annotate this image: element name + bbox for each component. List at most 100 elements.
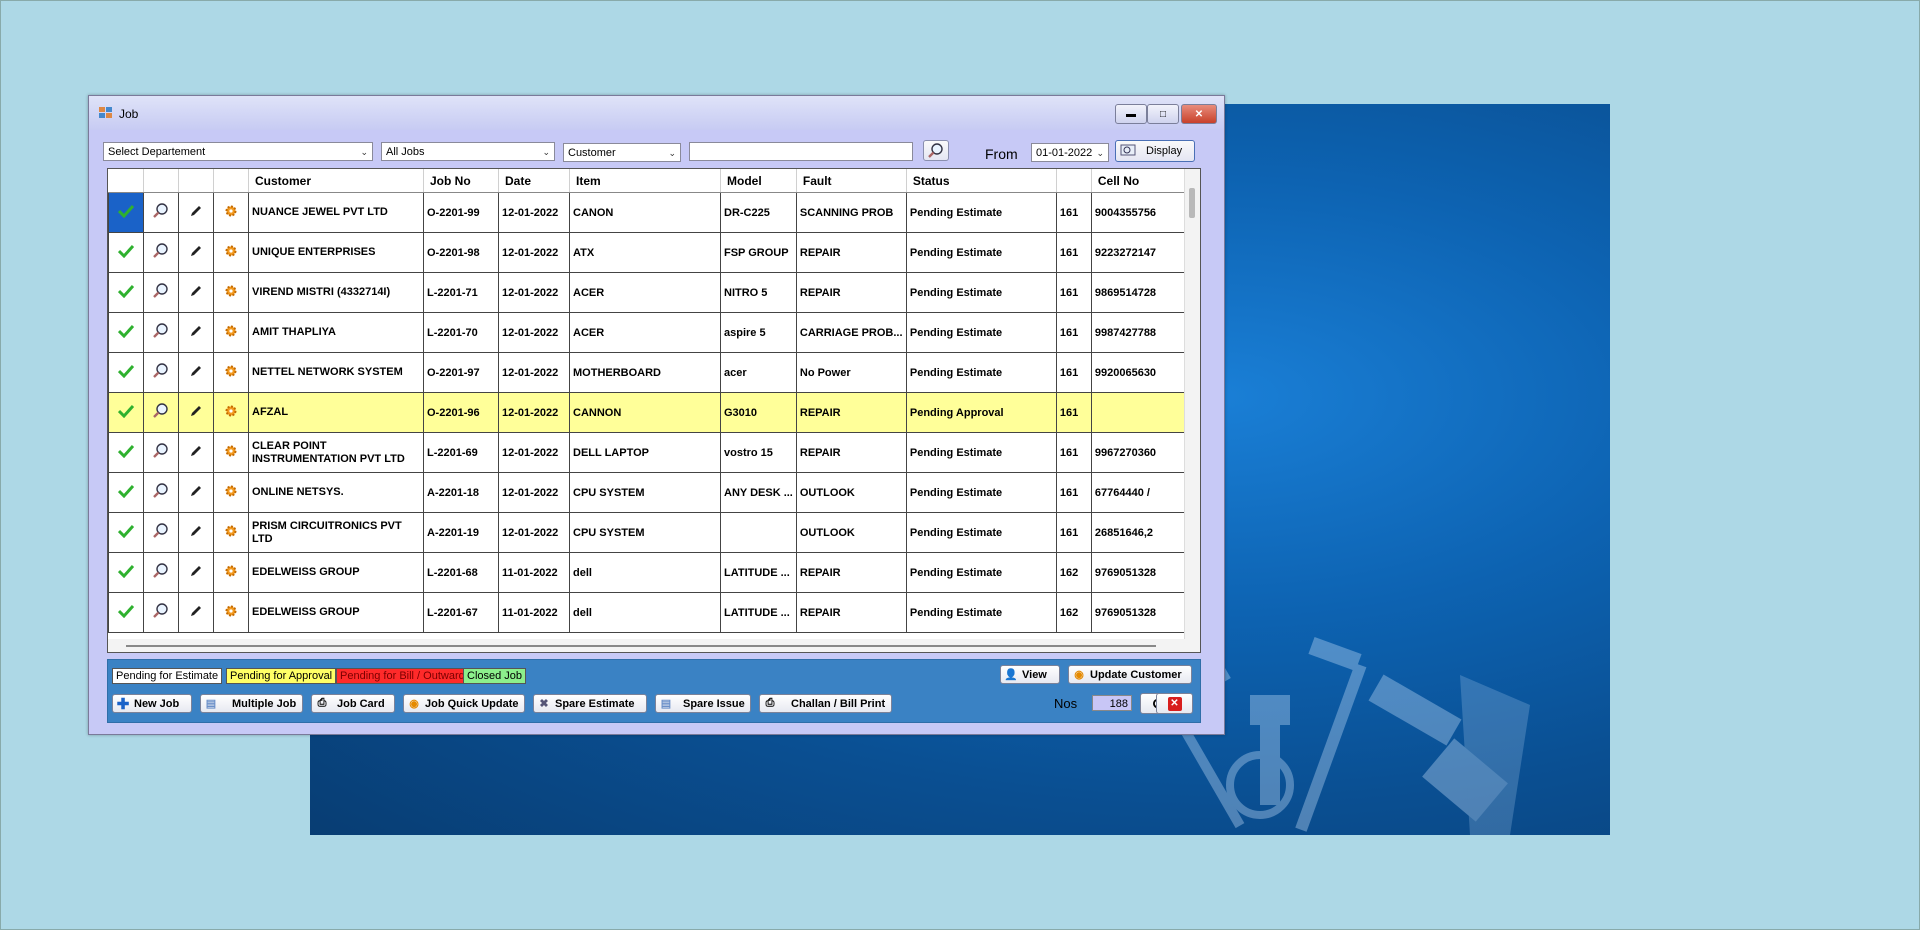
cell-item[interactable]: dell	[569, 592, 721, 633]
display-button[interactable]: Display	[1115, 140, 1195, 162]
search-cell[interactable]	[143, 352, 179, 393]
table-row[interactable]: AFZAL O-2201-96 12-01-2022 CANNON G3010 REPAI…	[108, 392, 1187, 433]
pencil-cell[interactable]	[178, 352, 214, 393]
cell-customer[interactable]: EDELWEISS GROUP	[248, 552, 424, 593]
cell-cell-no[interactable]: 26851646,2	[1090, 512, 1187, 553]
cell-code[interactable]: 161	[1055, 392, 1092, 433]
col-date[interactable]: Date	[498, 169, 570, 193]
cell-customer[interactable]: NETTEL NETWORK SYSTEM	[248, 352, 424, 393]
cell-job-no[interactable]: L-2201-69	[423, 432, 499, 473]
cell-customer[interactable]: UNIQUE ENTERPRISES	[248, 232, 424, 273]
cell-fault[interactable]: OUTLOOK	[795, 472, 907, 513]
cell-model[interactable]: LATITUDE ...	[720, 592, 797, 633]
cell-job-no[interactable]: A-2201-19	[423, 512, 499, 553]
pencil-cell[interactable]	[178, 232, 214, 273]
cell-cell-no[interactable]: 9769051328	[1090, 592, 1187, 633]
cell-fault[interactable]: CARRIAGE PROB...	[795, 312, 907, 353]
cell-cell-no[interactable]: 67764440 /	[1090, 472, 1187, 513]
exit-button[interactable]: ✕	[1156, 693, 1193, 714]
search-cell[interactable]	[143, 592, 179, 633]
check-cell[interactable]	[108, 312, 144, 353]
cell-status[interactable]: Pending Estimate	[905, 472, 1057, 513]
pencil-cell[interactable]	[178, 432, 214, 473]
scroll-thumb[interactable]	[1189, 188, 1195, 218]
scroll-thumb[interactable]	[126, 645, 1156, 647]
pencil-cell[interactable]	[178, 392, 214, 433]
search-cell[interactable]	[143, 472, 179, 513]
cell-model[interactable]: G3010	[720, 392, 797, 433]
cell-code[interactable]: 161	[1055, 312, 1092, 353]
cell-fault[interactable]: SCANNING PROB	[795, 192, 907, 233]
cell-date[interactable]: 11-01-2022	[498, 552, 570, 593]
gear-cell[interactable]	[213, 512, 249, 553]
cell-job-no[interactable]: A-2201-18	[423, 472, 499, 513]
cell-job-no[interactable]: O-2201-96	[423, 392, 499, 433]
table-row[interactable]: EDELWEISS GROUP L-2201-67 11-01-2022 dell LA…	[108, 592, 1187, 633]
cell-cell-no[interactable]: 9967270360	[1090, 432, 1187, 473]
cell-item[interactable]: CPU SYSTEM	[569, 512, 721, 553]
cell-item[interactable]: ATX	[569, 232, 721, 273]
maximize-button[interactable]: □	[1147, 104, 1179, 124]
cell-status[interactable]: Pending Estimate	[905, 552, 1057, 593]
cell-model[interactable]: FSP GROUP	[720, 232, 797, 273]
new-job-button[interactable]: ✚ New Job	[112, 694, 192, 713]
spare-issue-button[interactable]: ▤ Spare Issue	[655, 694, 751, 713]
cell-job-no[interactable]: O-2201-97	[423, 352, 499, 393]
job-quick-update-button[interactable]: ◉ Job Quick Update	[403, 694, 525, 713]
table-row[interactable]: ONLINE NETSYS. A-2201-18 12-01-2022 CPU SYS…	[108, 472, 1187, 513]
vertical-scrollbar[interactable]	[1184, 169, 1200, 652]
cell-customer[interactable]: PRISM CIRCUITRONICS PVT LTD	[248, 512, 424, 553]
cell-code[interactable]: 161	[1055, 432, 1092, 473]
cell-code[interactable]: 161	[1055, 272, 1092, 313]
cell-fault[interactable]: REPAIR	[795, 232, 907, 273]
pencil-cell[interactable]	[178, 592, 214, 633]
gear-cell[interactable]	[213, 552, 249, 593]
gear-cell[interactable]	[213, 232, 249, 273]
search-cell[interactable]	[143, 192, 179, 233]
search-cell[interactable]	[143, 392, 179, 433]
pencil-cell[interactable]	[178, 552, 214, 593]
search-button[interactable]	[923, 140, 949, 161]
table-row[interactable]: EDELWEISS GROUP L-2201-68 11-01-2022 dell LA…	[108, 552, 1187, 593]
pencil-cell[interactable]	[178, 472, 214, 513]
table-row[interactable]: VIREND MISTRI (4332714I) L-2201-71 12-01-2…	[108, 272, 1187, 313]
cell-code[interactable]: 161	[1055, 352, 1092, 393]
jobs-select[interactable]: All Jobs ⌄	[381, 142, 555, 161]
view-button[interactable]: 👤 View	[1000, 665, 1060, 684]
cell-model[interactable]: DR-C225	[720, 192, 797, 233]
check-cell[interactable]	[108, 392, 144, 433]
cell-fault[interactable]: REPAIR	[795, 552, 907, 593]
cell-model[interactable]: ANY DESK ...	[720, 472, 797, 513]
gear-cell[interactable]	[213, 432, 249, 473]
cell-fault[interactable]: REPAIR	[795, 432, 907, 473]
cell-fault[interactable]: OUTLOOK	[795, 512, 907, 553]
col-cell-no[interactable]: Cell No	[1091, 169, 1187, 193]
cell-fault[interactable]: No Power	[795, 352, 907, 393]
cell-date[interactable]: 12-01-2022	[498, 312, 570, 353]
cell-status[interactable]: Pending Estimate	[905, 272, 1057, 313]
gear-cell[interactable]	[213, 392, 249, 433]
cell-fault[interactable]: REPAIR	[795, 592, 907, 633]
check-cell[interactable]	[108, 232, 144, 273]
cell-cell-no[interactable]: 9223272147	[1090, 232, 1187, 273]
search-cell[interactable]	[143, 232, 179, 273]
table-row[interactable]: NETTEL NETWORK SYSTEM O-2201-97 12-01-2022…	[108, 352, 1187, 393]
search-by-select[interactable]: Customer ⌄	[563, 143, 681, 162]
close-window-button[interactable]: ✕	[1181, 104, 1217, 124]
from-date-picker[interactable]: 01-01-2022 ⌄	[1031, 143, 1109, 162]
cell-item[interactable]: dell	[569, 552, 721, 593]
cell-item[interactable]: CANNON	[569, 392, 721, 433]
horizontal-scrollbar[interactable]	[108, 639, 1200, 652]
cell-date[interactable]: 12-01-2022	[498, 432, 570, 473]
cell-cell-no[interactable]: 9987427788	[1090, 312, 1187, 353]
cell-model[interactable]: NITRO 5	[720, 272, 797, 313]
cell-job-no[interactable]: O-2201-99	[423, 192, 499, 233]
cell-cell-no[interactable]: 9920065630	[1090, 352, 1187, 393]
check-cell[interactable]	[108, 472, 144, 513]
cell-status[interactable]: Pending Estimate	[905, 512, 1057, 553]
cell-item[interactable]: MOTHERBOARD	[569, 352, 721, 393]
cell-date[interactable]: 12-01-2022	[498, 472, 570, 513]
cell-status[interactable]: Pending Estimate	[905, 592, 1057, 633]
gear-cell[interactable]	[213, 192, 249, 233]
cell-item[interactable]: CPU SYSTEM	[569, 472, 721, 513]
